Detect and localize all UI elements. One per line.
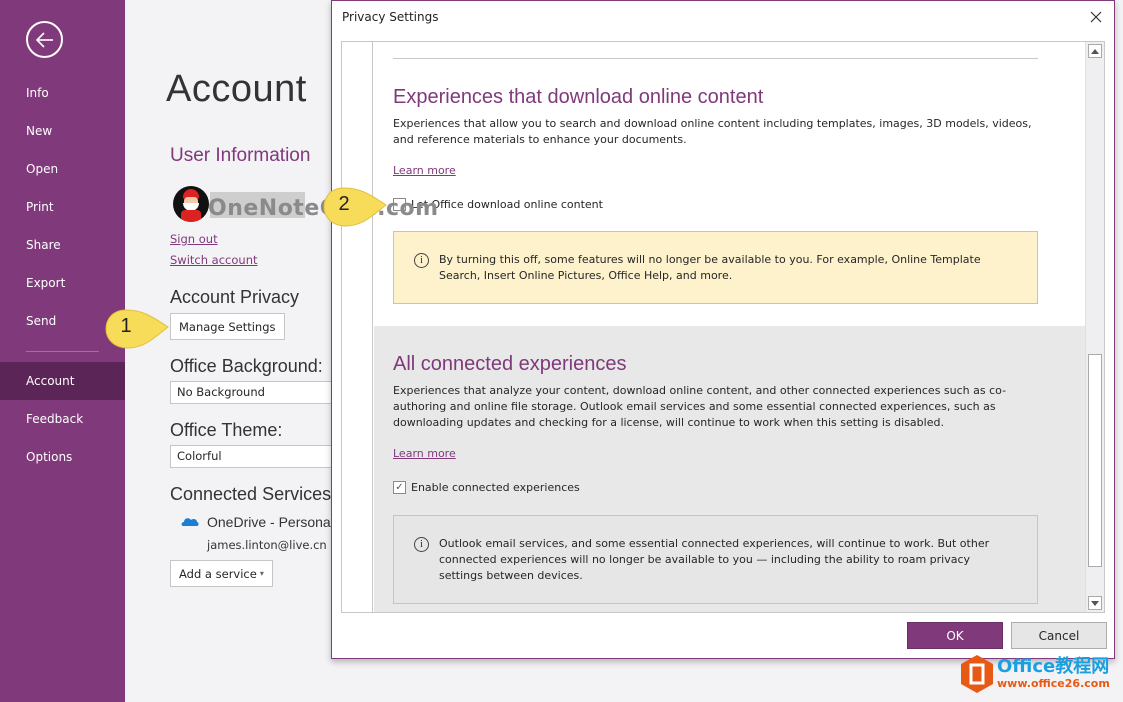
chevron-down-icon: ▾ xyxy=(259,569,264,578)
back-button[interactable] xyxy=(26,21,63,58)
nav-feedback[interactable]: Feedback xyxy=(0,400,125,438)
brand-url: www.office26.com xyxy=(997,677,1110,690)
cancel-button[interactable]: Cancel xyxy=(1011,622,1107,649)
panel-gutter xyxy=(342,42,373,612)
triangle-up-icon xyxy=(1091,48,1099,54)
office-background-heading: Office Background: xyxy=(170,356,323,376)
step-callout-1: 1 xyxy=(104,308,169,349)
divider xyxy=(393,58,1038,59)
info-icon: i xyxy=(414,537,429,552)
info-icon: i xyxy=(414,253,429,268)
nav-open[interactable]: Open xyxy=(0,150,125,188)
nav-info[interactable]: Info xyxy=(0,74,125,112)
add-service-label: Add a service xyxy=(179,566,257,581)
triangle-down-icon xyxy=(1091,600,1099,606)
connected-experiences-checkbox-row[interactable]: ✓ Enable connected experiences xyxy=(393,481,580,494)
user-information-heading: User Information xyxy=(170,145,311,166)
download-warning-text: By turning this off, some features will … xyxy=(439,253,981,282)
connected-experiences-checkbox-label: Enable connected experiences xyxy=(411,481,580,494)
nav-print[interactable]: Print xyxy=(0,188,125,226)
switch-account-link[interactable]: Switch account xyxy=(170,253,258,267)
callout-number: 2 xyxy=(338,193,350,215)
step-callout-2: 2 xyxy=(322,186,387,227)
office26-logo: Office教程网 www.office26.com xyxy=(960,654,1110,694)
office-theme-heading: Office Theme: xyxy=(170,420,283,440)
arrow-left-icon xyxy=(35,31,53,48)
panel-content: Experiences that download online content… xyxy=(374,42,1086,612)
connected-section-description: Experiences that analyze your content, d… xyxy=(393,384,1007,429)
connected-learn-more-link[interactable]: Learn more xyxy=(393,447,456,460)
connected-section-title: All connected experiences xyxy=(393,353,627,375)
nav-account[interactable]: Account xyxy=(0,362,125,400)
backstage-sidebar: Info New Open Print Share Export Send Ac… xyxy=(0,0,125,702)
settings-scroll-panel: Experiences that download online content… xyxy=(341,41,1105,613)
download-section-title: Experiences that download online content xyxy=(393,86,764,108)
onedrive-service-name: OneDrive - Personal xyxy=(207,514,334,530)
page-title: Account xyxy=(166,68,307,110)
scroll-up-button[interactable] xyxy=(1088,44,1102,58)
privacy-settings-dialog: Privacy Settings Experiences that downlo… xyxy=(331,0,1115,659)
vertical-scrollbar[interactable] xyxy=(1085,42,1104,612)
callout-number: 1 xyxy=(120,315,132,337)
sign-out-link[interactable]: Sign out xyxy=(170,232,218,246)
download-content-section: Experiences that download online content… xyxy=(374,42,1086,326)
onedrive-cloud-icon xyxy=(181,518,199,526)
close-icon[interactable] xyxy=(1088,9,1104,25)
download-warning-box: i By turning this off, some features wil… xyxy=(393,231,1038,304)
nav-new[interactable]: New xyxy=(0,112,125,150)
onedrive-service-email: james.linton@live.cn xyxy=(207,538,327,552)
scroll-thumb[interactable] xyxy=(1088,354,1102,567)
download-content-checkbox-label: Let Office download online content xyxy=(411,198,603,211)
nav-divider xyxy=(26,351,99,352)
office-background-select[interactable]: No Background xyxy=(170,381,340,404)
brand-name: Office教程网 xyxy=(997,656,1110,677)
connected-info-text: Outlook email services, and some essenti… xyxy=(439,537,990,582)
connected-experiences-section: All connected experiences Experiences th… xyxy=(374,326,1086,612)
dialog-title: Privacy Settings xyxy=(342,10,439,24)
nav-share[interactable]: Share xyxy=(0,226,125,264)
manage-settings-button[interactable]: Manage Settings xyxy=(170,313,285,340)
nav-export[interactable]: Export xyxy=(0,264,125,302)
scroll-down-button[interactable] xyxy=(1088,596,1102,610)
connected-experiences-checkbox[interactable]: ✓ xyxy=(393,481,406,494)
download-section-description: Experiences that allow you to search and… xyxy=(393,117,1032,146)
office-logo-icon xyxy=(961,655,993,693)
account-privacy-heading: Account Privacy xyxy=(170,287,300,307)
download-learn-more-link[interactable]: Learn more xyxy=(393,164,456,177)
connected-services-heading: Connected Services: xyxy=(170,484,337,504)
ok-button[interactable]: OK xyxy=(907,622,1003,649)
office-theme-select[interactable]: Colorful xyxy=(170,445,340,468)
nav-options[interactable]: Options xyxy=(0,438,125,476)
avatar xyxy=(173,186,209,222)
add-service-button[interactable]: Add a service ▾ xyxy=(170,560,273,587)
connected-info-box: i Outlook email services, and some essen… xyxy=(393,515,1038,604)
